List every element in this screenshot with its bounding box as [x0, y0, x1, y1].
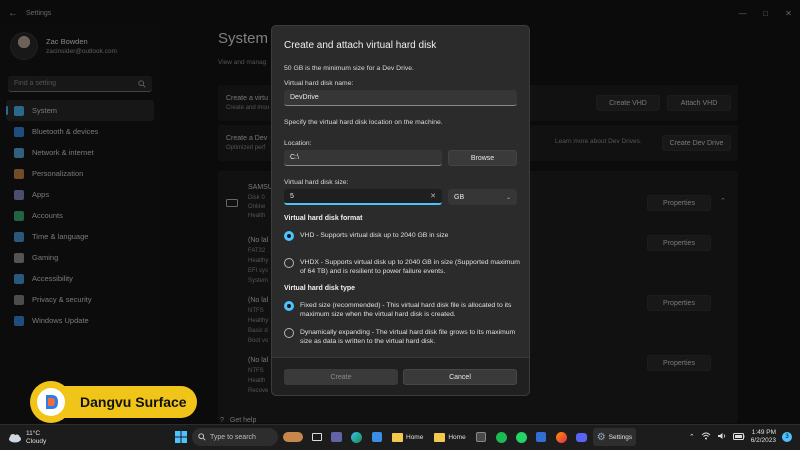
chevron-down-icon: ⌄	[505, 194, 511, 201]
clock-time: 1:49 PM	[751, 429, 776, 436]
radio-selected[interactable]	[284, 301, 294, 311]
photos-icon[interactable]	[533, 429, 550, 446]
store-icon[interactable]	[368, 429, 385, 446]
type-dynamic-label: Dynamically expanding - The virtual hard…	[300, 329, 516, 345]
format-vhdx-option[interactable]: VHDX - Supports virtual disk up to 2040 …	[284, 258, 526, 276]
taskbar-apps: Type to search Home Home ⚙ Settings	[172, 428, 637, 446]
location-value: C:\	[290, 154, 299, 161]
clock[interactable]: 1:49 PM 6/2/2023	[751, 429, 776, 445]
battery-icon[interactable]	[732, 432, 745, 442]
clock-date: 6/2/2023	[750, 437, 776, 444]
firefox-icon[interactable]	[553, 429, 570, 446]
name-label: Virtual hard disk name:	[284, 80, 354, 87]
vhd-name-input[interactable]: DevDrive	[284, 90, 517, 106]
whatsapp-icon[interactable]	[513, 429, 530, 446]
spotify-icon[interactable]	[493, 429, 510, 446]
watermark-text: Dangvu Surface	[62, 386, 197, 418]
logo-inner	[37, 388, 65, 416]
location-label: Location:	[284, 140, 312, 147]
radio-unselected[interactable]	[284, 258, 294, 268]
type-dynamic-option[interactable]: Dynamically expanding - The virtual hard…	[284, 328, 526, 346]
type-fixed-option[interactable]: Fixed size (recommended) - This virtual …	[284, 301, 526, 319]
type-fixed-label: Fixed size (recommended) - This virtual …	[300, 302, 512, 318]
size-unit-value: GB	[454, 193, 465, 201]
weather-desc: Cloudy	[26, 437, 47, 445]
wifi-icon[interactable]	[701, 432, 711, 442]
folder-icon	[434, 432, 446, 442]
size-label: Virtual hard disk size:	[284, 179, 349, 186]
watermark-logo-icon	[30, 381, 72, 423]
start-button[interactable]	[172, 429, 189, 446]
taskbar-search[interactable]: Type to search	[192, 428, 278, 446]
location-input[interactable]: C:\	[284, 150, 442, 166]
browse-button[interactable]: Browse	[448, 150, 517, 166]
edge-icon[interactable]	[348, 429, 365, 446]
dialog-footer: Create Cancel	[272, 357, 529, 395]
system-tray: ⌃ 1:49 PM 6/2/2023 3	[689, 429, 792, 445]
min-size-note: 50 GB is the minimum size for a Dev Driv…	[284, 65, 414, 72]
teams-icon[interactable]	[328, 429, 345, 446]
chevron-up-icon[interactable]: ⌃	[689, 433, 695, 441]
search-icon	[198, 433, 206, 441]
app-label: Home	[406, 433, 424, 441]
taskbar-search-placeholder: Type to search	[210, 433, 256, 441]
clear-icon[interactable]: ✕	[430, 192, 436, 200]
xbox-icon[interactable]	[473, 429, 490, 446]
d-logo-icon	[46, 395, 58, 409]
app-label: Settings	[608, 433, 633, 441]
watermark-badge: Dangvu Surface	[30, 380, 197, 424]
format-vhd-option[interactable]: VHD - Supports virtual disk up to 2040 G…	[284, 231, 526, 241]
taskbar-app-home-1[interactable]: Home	[388, 428, 427, 446]
vhd-size-value: 5	[290, 192, 294, 200]
gear-icon: ⚙	[596, 431, 606, 443]
notification-badge[interactable]: 3	[782, 432, 792, 442]
format-heading: Virtual hard disk format	[284, 215, 363, 222]
taskbar-app-home-2[interactable]: Home	[430, 428, 469, 446]
folder-icon	[392, 432, 403, 442]
discord-icon[interactable]	[573, 429, 590, 446]
search-highlight-icon[interactable]	[281, 429, 305, 446]
size-unit-select[interactable]: GB ⌄	[448, 189, 517, 205]
taskbar-app-settings[interactable]: ⚙ Settings	[592, 428, 637, 446]
radio-unselected[interactable]	[284, 328, 294, 338]
volume-icon[interactable]	[717, 432, 727, 442]
location-note: Specify the virtual hard disk location o…	[284, 119, 443, 126]
taskbar: 11°C Cloudy Type to search Home Home ⚙ S…	[0, 424, 800, 450]
cancel-button[interactable]: Cancel	[403, 369, 517, 385]
app-label: Home	[448, 433, 466, 441]
vhd-name-value: DevDrive	[290, 94, 319, 101]
create-button[interactable]: Create	[284, 369, 398, 385]
task-view-icon[interactable]	[308, 429, 325, 446]
vhd-size-input[interactable]: 5 ✕	[284, 189, 442, 205]
format-vhd-label: VHD - Supports virtual disk up to 2040 G…	[300, 232, 449, 239]
format-vhdx-label: VHDX - Supports virtual disk up to 2040 …	[300, 259, 520, 275]
type-heading: Virtual hard disk type	[284, 285, 356, 292]
weather-temp: 11°C	[26, 429, 41, 437]
cloud-icon	[9, 433, 21, 442]
dialog-title: Create and attach virtual hard disk	[284, 40, 437, 51]
windows-icon	[174, 431, 187, 443]
weather-widget[interactable]: 11°C Cloudy	[0, 430, 150, 446]
create-vhd-dialog: Create and attach virtual hard disk 50 G…	[271, 25, 530, 396]
radio-selected[interactable]	[284, 231, 294, 241]
